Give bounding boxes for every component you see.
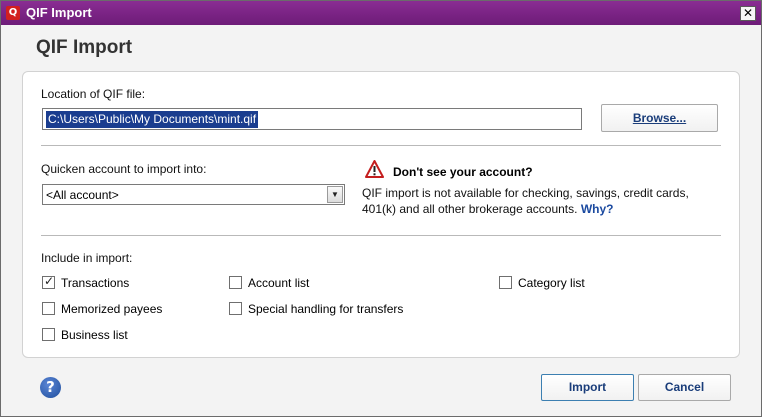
warning-title: Don't see your account? (393, 165, 533, 179)
qif-file-path-value: C:\Users\Public\My Documents\mint.qif (46, 111, 259, 128)
special-handling-transfers-label: Special handling for transfers (248, 302, 404, 316)
transactions-checkbox[interactable] (42, 274, 55, 289)
browse-button[interactable]: Browse... (601, 104, 718, 132)
account-select[interactable]: <All account> ▼ (42, 184, 345, 205)
window-title: QIF Import (26, 5, 92, 20)
import-button[interactable]: Import (541, 374, 634, 401)
help-icon[interactable]: ? (40, 377, 61, 398)
qif-file-path-input[interactable]: C:\Users\Public\My Documents\mint.qif (42, 108, 582, 130)
why-link[interactable]: Why? (581, 202, 614, 216)
memorized-payees-checkbox[interactable] (42, 302, 55, 315)
warning-icon (365, 160, 384, 178)
category-list-label: Category list (518, 276, 585, 290)
close-button[interactable]: ✕ (740, 6, 756, 21)
divider-2 (41, 235, 721, 236)
account-list-checkbox[interactable] (229, 276, 242, 289)
business-list-label: Business list (61, 328, 128, 342)
location-label: Location of QIF file: (41, 87, 146, 101)
title-bar[interactable]: Q QIF Import ✕ (1, 1, 761, 25)
cancel-button[interactable]: Cancel (638, 374, 731, 401)
chevron-down-icon[interactable]: ▼ (327, 186, 343, 203)
category-list-checkbox[interactable] (499, 276, 512, 289)
quicken-app-icon: Q (6, 6, 20, 20)
import-options-panel: Location of QIF file: C:\Users\Public\My… (22, 71, 740, 358)
divider-1 (41, 145, 721, 146)
include-label: Include in import: (41, 251, 133, 265)
browse-button-label: Browse... (632, 111, 687, 125)
account-select-value: <All account> (46, 188, 119, 202)
business-list-checkbox[interactable] (42, 328, 55, 341)
warning-message: QIF import is not available for checking… (362, 186, 689, 216)
memorized-payees-label: Memorized payees (61, 302, 163, 316)
warning-text-block: QIF import is not available for checking… (362, 185, 722, 217)
dialog-heading: QIF Import (36, 37, 133, 58)
qif-import-dialog: Q QIF Import ✕ QIF Import Location of QI… (0, 0, 762, 417)
special-handling-transfers-checkbox[interactable] (229, 302, 242, 315)
account-list-label: Account list (248, 276, 310, 290)
transactions-label: Transactions (61, 276, 130, 290)
account-label: Quicken account to import into: (41, 162, 207, 176)
